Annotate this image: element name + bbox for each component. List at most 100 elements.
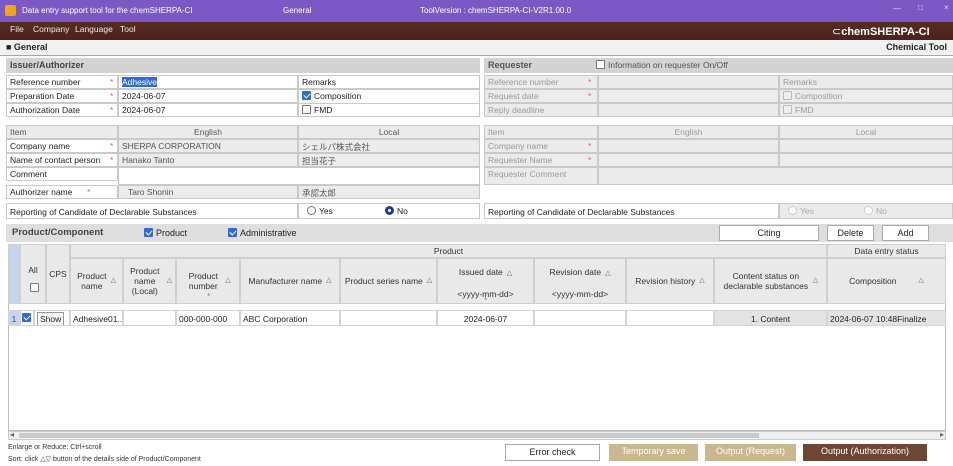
composition-check[interactable]: Composition: [298, 89, 480, 103]
prep-date-input[interactable]: 2024-06-07: [118, 89, 298, 103]
scroll-left-icon[interactable]: ◂: [10, 430, 14, 439]
contact-label: Name of contact person *: [6, 153, 118, 167]
auth-date-input[interactable]: 2024-06-07: [118, 103, 298, 117]
cps-column-header: CPS: [46, 244, 70, 304]
col-series[interactable]: Product series name △: [340, 258, 437, 304]
req-remarks-label: Remarks: [779, 75, 953, 89]
authorizer-local-input[interactable]: 承認太郎: [298, 185, 480, 199]
comment-label: Comment: [6, 167, 118, 181]
scrollbar-thumb[interactable]: [19, 433, 759, 438]
ref-number-input[interactable]: Adhesive: [118, 75, 298, 89]
fmd-check[interactable]: FMD: [298, 103, 480, 117]
radio-icon: [307, 206, 316, 215]
col-manufacturer[interactable]: Manufacturer name △: [240, 258, 340, 304]
req-company-local: [779, 139, 953, 153]
add-button[interactable]: Add: [882, 225, 929, 241]
cell-revision-date[interactable]: [534, 310, 626, 326]
brand-logo-icon: ⊂: [832, 26, 842, 38]
col-product-number[interactable]: Product number △ *: [176, 258, 240, 304]
issuer-header: Issuer/Authorizer: [6, 58, 480, 73]
cell-revision-history[interactable]: [626, 310, 714, 326]
sort-icon[interactable]: △: [167, 276, 172, 286]
sort-icon[interactable]: △: [427, 276, 432, 286]
select-all-checkbox[interactable]: [30, 283, 39, 292]
cell-issued-date[interactable]: 2024-06-07: [437, 310, 534, 326]
row-number: 1: [8, 310, 20, 326]
col-content-status[interactable]: Content status on declarable substances △: [714, 258, 827, 304]
requester-header: Requester Information on requester On/Of…: [484, 58, 953, 73]
col-revision-history[interactable]: Revision history △: [626, 258, 714, 304]
close-icon[interactable]: ×: [944, 3, 949, 12]
sort-icon[interactable]: △: [225, 276, 230, 286]
cell-content-status[interactable]: 1. Content: [714, 310, 827, 326]
cell-product-number[interactable]: 000-000-000: [176, 310, 240, 326]
product-filter-check[interactable]: Product: [144, 228, 187, 238]
comment-input[interactable]: [118, 167, 480, 185]
delete-button[interactable]: Delete: [827, 225, 874, 241]
sort-icon[interactable]: △: [918, 276, 923, 286]
administrative-filter-check[interactable]: Administrative: [228, 228, 297, 238]
cell-composition-status[interactable]: 2024-06-07 10:48Finalize: [827, 310, 946, 326]
sort-icon[interactable]: △: [326, 276, 331, 286]
reporting-no-radio[interactable]: No: [385, 206, 408, 216]
sort-icon[interactable]: △: [699, 276, 704, 286]
sort-icon[interactable]: △: [813, 276, 818, 286]
authorizer-en-input[interactable]: Taro Shonin: [118, 185, 298, 199]
req-deadline-input: [598, 103, 779, 117]
english-header: English: [118, 125, 298, 139]
scroll-right-icon[interactable]: ▸: [940, 430, 944, 439]
menu-language[interactable]: Language: [75, 24, 113, 34]
cell-product-name[interactable]: Adhesive01...: [70, 310, 123, 326]
error-check-button[interactable]: Error check: [505, 444, 600, 461]
req-fmd-check: FMD: [779, 103, 953, 117]
ref-number-label: Reference number *: [6, 75, 118, 89]
output-request-button[interactable]: Output (Request): [705, 444, 796, 461]
col-revision-date[interactable]: Revision date △ <yyyy-mm-dd>: [534, 258, 626, 304]
col-product-name[interactable]: Product name △: [70, 258, 123, 304]
output-authorization-button[interactable]: Output (Authorization): [803, 444, 927, 461]
citing-button[interactable]: Citing: [719, 225, 819, 241]
cell-manufacturer[interactable]: ABC Corporation: [240, 310, 340, 326]
window-title: Data entry support tool for the chemSHER…: [22, 6, 193, 15]
req-comment-label: Requester Comment: [484, 167, 598, 185]
row-show-button[interactable]: Show: [34, 310, 70, 326]
company-local-input[interactable]: シェルパ株式会社: [298, 139, 480, 153]
menu-company[interactable]: Company: [33, 24, 69, 34]
req-deadline-label: Reply deadline: [484, 103, 598, 117]
sort-icon[interactable]: △: [605, 270, 610, 277]
contact-local-input[interactable]: 担当花子: [298, 153, 480, 167]
req-reporting-label: Reporting of Candidate of Declarable Sub…: [484, 203, 779, 219]
horizontal-scrollbar[interactable]: ◂ ▸: [8, 430, 946, 440]
cell-series[interactable]: [340, 310, 437, 326]
temporary-save-button[interactable]: Temporary save: [609, 444, 698, 461]
checkbox-icon: [228, 228, 237, 237]
sort-icon[interactable]: △: [111, 276, 116, 286]
row-select-checkbox[interactable]: [20, 310, 34, 326]
auth-date-label: Authorization Date *: [6, 103, 118, 117]
col-composition[interactable]: Composition △: [827, 258, 946, 304]
checkbox-icon: [302, 105, 311, 114]
cell-product-name-local[interactable]: [123, 310, 176, 326]
menu-file[interactable]: File: [10, 24, 24, 34]
all-column-header: All: [20, 244, 46, 304]
req-reporting-no: No: [864, 206, 887, 216]
brand-subtitle: Chemical Tool: [886, 42, 947, 52]
row-header-corner: [8, 244, 20, 304]
col-product-name-local[interactable]: Product name (Local) △: [123, 258, 176, 304]
radio-icon: [864, 206, 873, 215]
minimize-icon[interactable]: —: [893, 4, 901, 13]
req-date-label: Request date *: [484, 89, 598, 103]
company-en-input[interactable]: SHERPA CORPORATION: [118, 139, 298, 153]
sort-icon[interactable]: △: [507, 270, 512, 277]
page-header: ■ General Chemical Tool: [0, 40, 953, 56]
prep-date-label: Preparation Date *: [6, 89, 118, 103]
menu-tool[interactable]: Tool: [120, 24, 136, 34]
req-date-input: [598, 89, 779, 103]
window-section: General: [283, 6, 312, 15]
contact-en-input[interactable]: Hanako Tanto: [118, 153, 298, 167]
reporting-yes-radio[interactable]: Yes: [307, 206, 333, 216]
maximize-icon[interactable]: □: [918, 3, 923, 12]
col-issued-date[interactable]: Issued date △ <yyyy-mm-dd> *: [437, 258, 534, 305]
app-icon: [5, 5, 16, 16]
requester-toggle[interactable]: Information on requester On/Off: [596, 60, 728, 70]
